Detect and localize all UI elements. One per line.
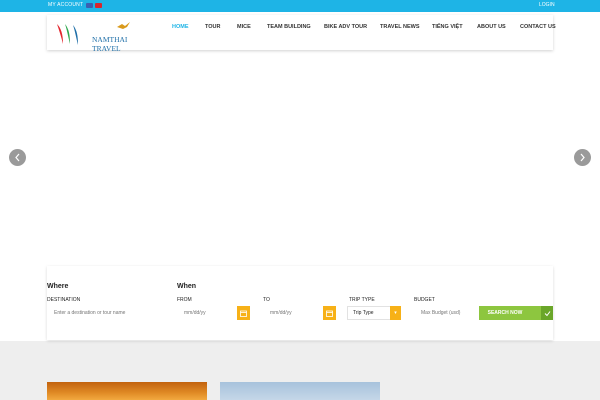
when-heading: When: [177, 283, 197, 290]
nav-menu: HOME TOUR MICE TEAM BUILDING BIKE ADV TO…: [47, 24, 556, 34]
vietnamese-flag-icon[interactable]: [95, 3, 102, 8]
tour-card-image[interactable]: [47, 382, 207, 400]
language-flags: [86, 3, 102, 8]
from-calendar-button[interactable]: [237, 306, 250, 320]
chevron-right-icon: [580, 153, 585, 162]
chevron-down-icon[interactable]: ▾: [390, 306, 401, 320]
nav-item-home[interactable]: HOME: [172, 24, 189, 30]
login-link[interactable]: LOGIN: [539, 2, 555, 8]
tour-search-panel: Where When DESTINATION FROM TO TRIP TYPE…: [47, 266, 553, 340]
budget-input[interactable]: [414, 306, 476, 320]
nav-item-team-building[interactable]: TEAM BUILDING: [267, 24, 311, 30]
slider-next-button[interactable]: [574, 149, 591, 166]
to-label: TO: [263, 297, 270, 303]
destination-input[interactable]: [47, 306, 172, 320]
nav-item-about-us[interactable]: ABOUT US: [477, 24, 506, 30]
to-date-input[interactable]: [263, 306, 323, 320]
slider-prev-button[interactable]: [9, 149, 26, 166]
nav-item-mice[interactable]: MICE: [237, 24, 251, 30]
destination-label: DESTINATION: [47, 297, 81, 303]
main-navigation: NAMTHAI TRAVEL HOME TOUR MICE TEAM BUILD…: [47, 15, 556, 53]
from-date-input[interactable]: [177, 306, 237, 320]
from-label: FROM: [177, 297, 192, 303]
nav-item-tour[interactable]: TOUR: [205, 24, 220, 30]
english-flag-icon[interactable]: [86, 3, 93, 8]
calendar-icon: [240, 310, 247, 317]
nav-item-tieng-viet[interactable]: TIẾNG VIỆT: [432, 24, 463, 30]
nav-item-contact-us[interactable]: CONTACT US: [520, 24, 556, 30]
my-account-link[interactable]: MY ACCOUNT: [48, 2, 83, 8]
tour-card-image[interactable]: [220, 382, 380, 400]
search-now-button[interactable]: SEARCH NOW: [479, 306, 541, 320]
top-bar: MY ACCOUNT LOGIN: [0, 0, 600, 12]
logo-text: NAMTHAI TRAVEL: [92, 35, 128, 53]
to-calendar-button[interactable]: [323, 306, 336, 320]
where-heading: Where: [47, 283, 69, 290]
budget-label: BUDGET: [414, 297, 435, 303]
nav-item-bike-adv-tour[interactable]: BIKE ADV TOUR: [324, 24, 367, 30]
chevron-left-icon: [15, 153, 20, 162]
calendar-icon: [326, 310, 333, 317]
nav-item-travel-news[interactable]: TRAVEL NEWS: [380, 24, 420, 30]
checkmark-icon[interactable]: [541, 306, 553, 320]
trip-type-label: TRIP TYPE: [349, 297, 375, 303]
